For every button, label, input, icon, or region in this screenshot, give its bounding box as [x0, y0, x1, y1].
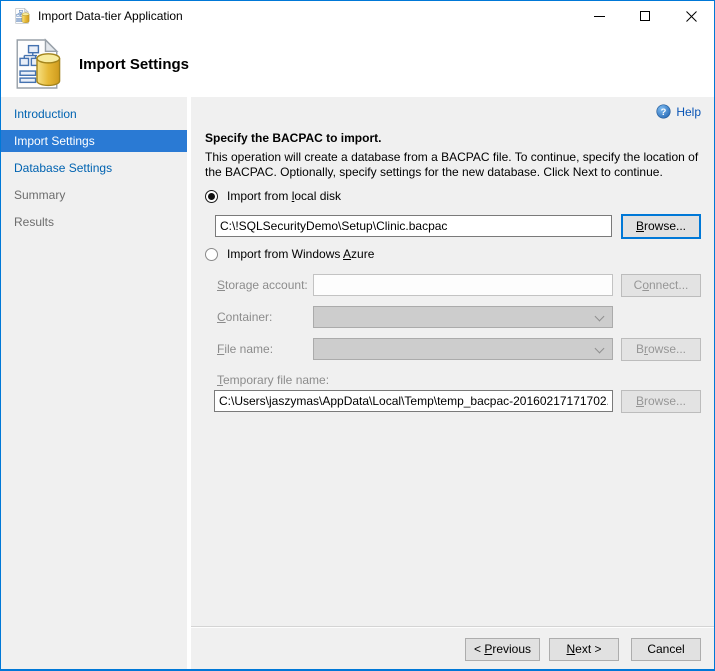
sidebar-item-introduction[interactable]: Introduction: [1, 103, 187, 125]
storage-account-input: [313, 274, 613, 296]
help-icon: ?: [656, 104, 671, 119]
sidebar-item-label: Introduction: [14, 107, 77, 121]
file-name-label: File name:: [217, 342, 273, 356]
minimize-button[interactable]: [576, 1, 622, 31]
close-button[interactable]: [668, 1, 714, 31]
dropdown-chevron-icon: [595, 344, 605, 354]
container-dropdown: [313, 306, 613, 328]
app-icon: [14, 8, 30, 24]
header-icon: [13, 38, 61, 90]
sidebar-item-import-settings[interactable]: Import Settings: [1, 130, 187, 152]
sidebar-item-label: Summary: [14, 188, 65, 202]
storage-account-label: Storage account:: [217, 278, 308, 292]
azure-radio-row: Import from Windows Azure: [205, 247, 374, 261]
temp-file-name-label: Temporary file name:: [217, 373, 329, 387]
sidebar-item-summary: Summary: [1, 184, 187, 206]
cancel-button[interactable]: Cancel: [631, 638, 701, 661]
temp-file-name-input[interactable]: [214, 390, 613, 412]
sidebar-item-database-settings[interactable]: Database Settings: [1, 157, 187, 179]
maximize-button[interactable]: [622, 1, 668, 31]
sidebar-item-label: Database Settings: [14, 161, 112, 175]
connect-button: Connect...: [621, 274, 701, 297]
file-name-dropdown: [313, 338, 613, 360]
footer-separator: [191, 626, 714, 628]
section-description: This operation will create a database fr…: [205, 150, 713, 180]
next-button[interactable]: Next >: [549, 638, 619, 661]
help-link[interactable]: ? Help: [656, 104, 701, 119]
local-disk-radio-row: Import from local disk: [205, 189, 341, 203]
browse-local-button[interactable]: Browse...: [621, 214, 701, 239]
sidebar-item-results: Results: [1, 211, 187, 233]
page-title: Import Settings: [79, 56, 189, 73]
wizard-header: Import Settings: [1, 31, 714, 97]
maximize-icon: [640, 11, 650, 21]
window-title: Import Data-tier Application: [38, 1, 183, 31]
local-disk-radio[interactable]: [205, 190, 218, 203]
wizard-steps-sidebar: Introduction Import Settings Database Se…: [1, 97, 187, 669]
wizard-body: Introduction Import Settings Database Se…: [1, 97, 714, 669]
bacpac-path-input[interactable]: [215, 215, 612, 237]
import-data-tier-application-window: Import Data-tier Application: [0, 0, 715, 671]
help-label: Help: [676, 105, 701, 119]
container-label: Container:: [217, 310, 272, 324]
previous-button[interactable]: < Previous: [465, 638, 540, 661]
sidebar-item-label: Results: [14, 215, 54, 229]
section-heading: Specify the BACPAC to import.: [205, 131, 381, 145]
window-controls: [576, 1, 714, 31]
local-disk-radio-label: Import from local disk: [227, 189, 341, 203]
minimize-icon: [594, 16, 605, 17]
svg-text:?: ?: [661, 107, 667, 117]
azure-radio-label: Import from Windows Azure: [227, 247, 374, 261]
close-icon: [686, 11, 697, 22]
sidebar-item-label: Import Settings: [14, 134, 95, 148]
titlebar: Import Data-tier Application: [1, 1, 714, 31]
browse-file-button: Browse...: [621, 338, 701, 361]
dropdown-chevron-icon: [595, 312, 605, 322]
azure-radio[interactable]: [205, 248, 218, 261]
browse-temp-button: Browse...: [621, 390, 701, 413]
import-settings-panel: ? Help Specify the BACPAC to import. Thi…: [191, 97, 714, 669]
